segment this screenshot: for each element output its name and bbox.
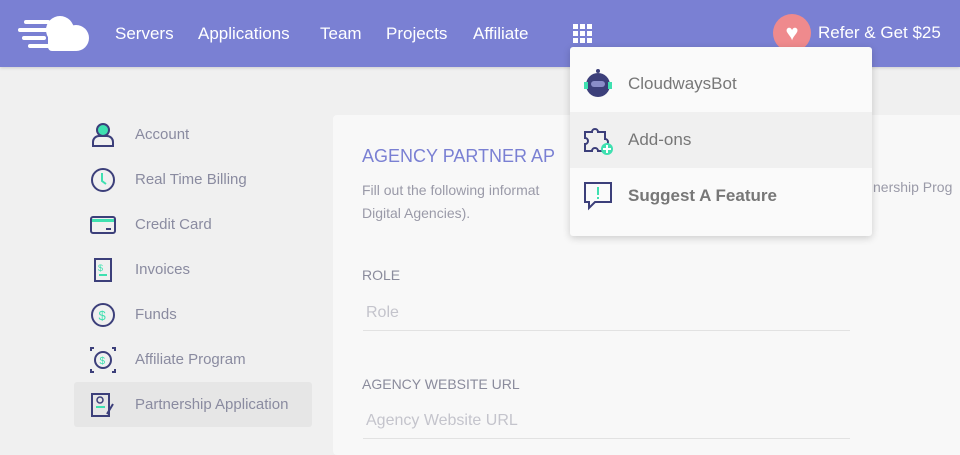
sidebar-item-label: Invoices (135, 261, 191, 278)
sidebar-item-label: Affiliate Program (135, 351, 246, 368)
nav-affiliate[interactable]: Affiliate (473, 24, 528, 44)
sidebar-item-credit-card[interactable]: Credit Card (74, 202, 312, 247)
partnership-icon (91, 392, 114, 417)
menu-item-suggest-feature[interactable]: Suggest A Feature (570, 168, 872, 224)
sidebar-item-affiliate-program[interactable]: $ Affiliate Program (74, 337, 312, 382)
sidebar-item-invoices[interactable]: $ Invoices (74, 247, 312, 292)
role-input[interactable] (363, 295, 850, 331)
invoice-icon: $ (94, 257, 112, 282)
clock-icon (91, 167, 115, 192)
sidebar-item-real-time-billing[interactable]: Real Time Billing (74, 157, 312, 202)
dollar-icon: $ (91, 302, 115, 327)
sidebar-item-label: Funds (135, 306, 177, 323)
nav-team[interactable]: Team (320, 24, 362, 44)
svg-text:$: $ (100, 356, 106, 367)
page-title: AGENCY PARTNER AP (362, 146, 556, 166)
account-icon (92, 122, 114, 147)
sidebar-item-label: Account (135, 126, 190, 143)
nav-projects[interactable]: Projects (386, 24, 447, 44)
menu-item-label: CloudwaysBot (628, 74, 737, 93)
nav-servers[interactable]: Servers (115, 24, 174, 44)
menu-item-cloudwaysbot[interactable]: CloudwaysBot (570, 56, 872, 112)
sidebar-item-label: Credit Card (135, 216, 212, 233)
menu-item-label: Suggest A Feature (628, 186, 777, 205)
puzzle-plus-icon (584, 128, 613, 155)
description-line-2: Digital Agencies). (362, 205, 471, 221)
svg-text:$: $ (99, 308, 107, 323)
agency-url-input[interactable] (363, 403, 850, 439)
agency-url-label: AGENCY WEBSITE URL (362, 376, 520, 392)
sidebar-item-account[interactable]: Account (74, 112, 312, 157)
apps-dropdown-menu: CloudwaysBot Add-ons Suggest A Feature (570, 47, 872, 236)
robot-icon (584, 69, 612, 97)
sidebar-item-partnership-application[interactable]: Partnership Application (74, 382, 312, 427)
affiliate-icon: $ (90, 346, 116, 373)
sidebar-item-label: Real Time Billing (135, 171, 247, 188)
apps-grid-icon[interactable] (573, 24, 592, 43)
menu-item-label: Add-ons (628, 130, 692, 149)
sidebar-item-label: Partnership Application (135, 396, 289, 413)
settings-sidebar: Account Real Time Billing Credit Card $ I… (74, 112, 312, 427)
feedback-icon (584, 182, 612, 211)
credit-card-icon (90, 215, 116, 234)
cloudways-logo[interactable] (18, 14, 92, 52)
description-line-1: Fill out the following informat (362, 182, 540, 198)
refer-label: Refer & Get $25 (818, 23, 941, 42)
nav-applications[interactable]: Applications (198, 24, 290, 44)
sidebar-item-funds[interactable]: $ Funds (74, 292, 312, 337)
role-label: ROLE (362, 267, 401, 283)
svg-text:$: $ (98, 263, 103, 273)
description: Fill out the following informat Digital A… (362, 179, 539, 225)
description-fragment: nership Prog (873, 179, 953, 195)
menu-item-add-ons[interactable]: Add-ons (570, 112, 872, 168)
